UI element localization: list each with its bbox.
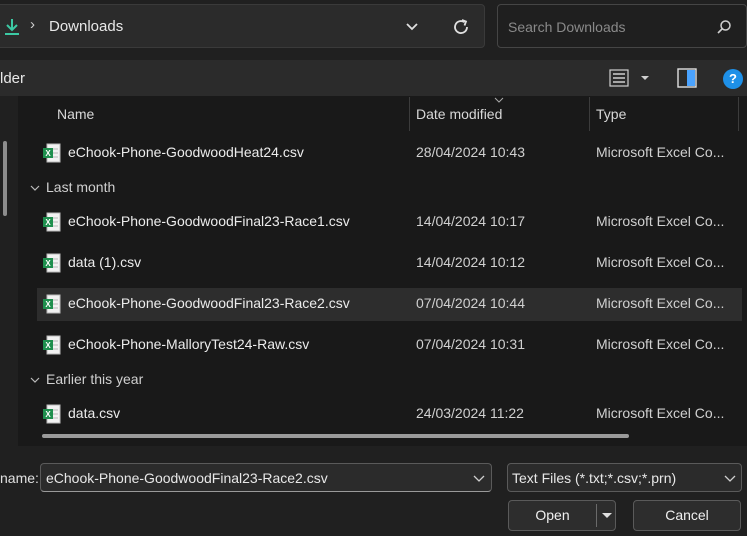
- excel-file-icon: X: [43, 335, 61, 355]
- file-name-dropdown-icon[interactable]: [473, 475, 485, 483]
- file-type: Microsoft Excel Co...: [596, 295, 725, 311]
- file-row[interactable]: X data (1).csv 14/04/2024 10:12 Microsof…: [37, 247, 742, 280]
- svg-text:X: X: [45, 341, 51, 350]
- column-header-name[interactable]: Name: [57, 106, 94, 122]
- file-name: data.csv: [68, 405, 121, 421]
- view-options-icon[interactable]: [609, 69, 629, 87]
- excel-file-icon: X: [43, 143, 61, 163]
- file-date: 24/03/2024 11:22: [416, 405, 524, 421]
- excel-file-icon: X: [43, 212, 61, 232]
- column-separator[interactable]: [738, 97, 739, 131]
- breadcrumb-separator-icon: ›: [30, 16, 35, 33]
- file-row[interactable]: X eChook-Phone-GoodwoodFinal23-Race1.csv…: [37, 206, 742, 239]
- horizontal-scrollbar[interactable]: [42, 434, 629, 438]
- svg-text:X: X: [45, 410, 51, 419]
- view-dropdown-icon[interactable]: [640, 75, 650, 81]
- column-separator[interactable]: [589, 97, 590, 131]
- file-date: 28/04/2024 10:43: [416, 144, 525, 160]
- search-icon[interactable]: [716, 19, 732, 35]
- file-row[interactable]: X data.csv 24/03/2024 11:22 Microsoft Ex…: [37, 398, 742, 431]
- file-name: data (1).csv: [68, 254, 142, 270]
- file-date: 07/04/2024 10:44: [416, 295, 525, 311]
- file-row[interactable]: X eChook-Phone-GoodwoodHeat24.csv 28/04/…: [37, 137, 742, 170]
- open-button-label: Open: [535, 507, 570, 523]
- chevron-down-icon[interactable]: [724, 475, 736, 483]
- file-type: Microsoft Excel Co...: [596, 254, 725, 270]
- group-collapse-chevron-icon[interactable]: [30, 376, 40, 384]
- file-name: eChook-Phone-GoodwoodFinal23-Race2.csv: [68, 295, 350, 311]
- help-button[interactable]: ?: [723, 69, 743, 89]
- file-type: Microsoft Excel Co...: [596, 213, 725, 229]
- search-box[interactable]: Search Downloads: [497, 4, 747, 48]
- svg-text:X: X: [45, 218, 51, 227]
- file-type-value: Text Files (*.txt;*.csv;*.prn): [512, 470, 677, 486]
- file-type-select[interactable]: Text Files (*.txt;*.csv;*.prn): [507, 463, 742, 492]
- file-type: Microsoft Excel Co...: [596, 405, 725, 421]
- file-type: Microsoft Excel Co...: [596, 336, 725, 352]
- file-name: eChook-Phone-GoodwoodHeat24.csv: [68, 144, 304, 160]
- file-name-input[interactable]: eChook-Phone-GoodwoodFinal23-Race2.csv: [40, 463, 492, 492]
- file-name-value: eChook-Phone-GoodwoodFinal23-Race2.csv: [46, 470, 328, 486]
- address-history-chevron-icon[interactable]: [405, 22, 419, 32]
- new-folder-button[interactable]: lder: [0, 70, 25, 87]
- column-header-date[interactable]: Date modified: [416, 106, 502, 122]
- breadcrumb-downloads[interactable]: Downloads: [49, 18, 123, 35]
- group-collapse-chevron-icon[interactable]: [30, 184, 40, 192]
- split-divider: [596, 504, 597, 527]
- search-input[interactable]: Search Downloads: [508, 19, 626, 35]
- excel-file-icon: X: [43, 294, 61, 314]
- excel-file-icon: X: [43, 404, 61, 424]
- group-label: Earlier this year: [46, 371, 144, 387]
- preview-pane-icon[interactable]: [677, 68, 697, 88]
- column-separator[interactable]: [409, 97, 410, 131]
- open-button[interactable]: Open: [508, 500, 616, 531]
- file-date: 07/04/2024 10:31: [416, 336, 525, 352]
- svg-text:X: X: [45, 300, 51, 309]
- file-date: 14/04/2024 10:12: [416, 254, 525, 270]
- download-icon: [5, 19, 19, 35]
- file-name-label: name:: [0, 470, 39, 486]
- group-label: Last month: [46, 179, 116, 195]
- file-date: 14/04/2024 10:17: [416, 213, 525, 229]
- svg-text:X: X: [45, 259, 51, 268]
- open-options-chevron-icon[interactable]: [601, 512, 613, 520]
- svg-text:X: X: [45, 149, 51, 158]
- address-bar[interactable]: › Downloads: [0, 4, 485, 48]
- group-header-earlier-this-year[interactable]: Earlier this year: [30, 371, 143, 387]
- excel-file-icon: X: [43, 253, 61, 273]
- file-name: eChook-Phone-GoodwoodFinal23-Race1.csv: [68, 213, 350, 229]
- refresh-icon[interactable]: [451, 17, 471, 37]
- file-type: Microsoft Excel Co...: [596, 144, 725, 160]
- sort-indicator-icon: [494, 97, 504, 103]
- command-toolbar: lder ?: [0, 60, 747, 96]
- file-name: eChook-Phone-MalloryTest24-Raw.csv: [68, 336, 310, 352]
- navigation-scrollbar[interactable]: [3, 141, 7, 216]
- file-row-selected[interactable]: X eChook-Phone-GoodwoodFinal23-Race2.csv…: [37, 288, 742, 321]
- cancel-button[interactable]: Cancel: [633, 500, 741, 531]
- column-header-type[interactable]: Type: [596, 106, 626, 122]
- group-header-last-month[interactable]: Last month: [30, 179, 115, 195]
- file-row[interactable]: X eChook-Phone-MalloryTest24-Raw.csv 07/…: [37, 329, 742, 362]
